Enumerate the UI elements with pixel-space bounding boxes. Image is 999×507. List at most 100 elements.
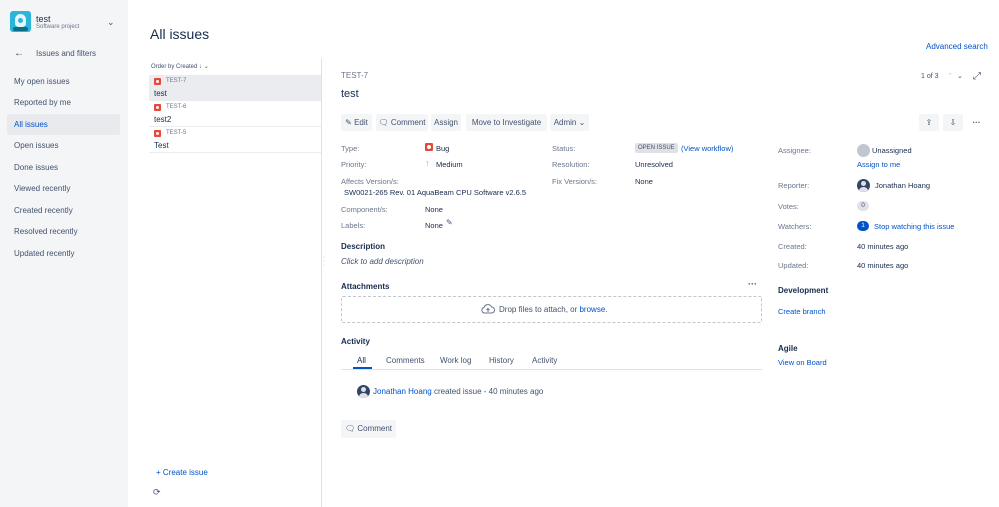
issue-list-item[interactable]: TEST-7 test [149, 75, 321, 101]
tab-comments[interactable]: Comments [386, 356, 425, 365]
fix-version-value[interactable]: None [635, 177, 653, 186]
sort-down-arrow-icon[interactable]: ↓ [199, 64, 202, 70]
sidebar-item-my-open-issues[interactable]: My open issues [7, 71, 120, 92]
sidebar-item-updated-recently[interactable]: Updated recently [7, 243, 120, 264]
activity-user-link[interactable]: Jonathan Hoang [373, 387, 432, 396]
share-icon[interactable]: ⇪ [919, 114, 939, 131]
priority-up-arrow-icon: ↑ [425, 158, 430, 168]
page-title: All issues [150, 26, 210, 42]
more-options-icon[interactable]: ··· [966, 114, 987, 131]
tab-work-log[interactable]: Work log [440, 356, 471, 365]
activity-heading: Activity [341, 337, 370, 346]
updated-label: Updated: [778, 261, 809, 270]
bug-icon [154, 104, 161, 111]
edit-button[interactable]: ✎ Edit [341, 114, 372, 131]
admin-button-label: Admin [553, 118, 577, 127]
tabs-divider [341, 369, 762, 370]
sidebar-item-created-recently[interactable]: Created recently [7, 200, 120, 221]
create-branch-link[interactable]: Create branch [778, 307, 826, 316]
comment-button-label: Comment [390, 118, 426, 127]
unassigned-avatar [857, 144, 870, 157]
order-by-control[interactable]: Order by Created ↓ ⌄ [151, 63, 209, 70]
issue-list-item[interactable]: TEST-5 Test [149, 127, 321, 153]
tab-all[interactable]: All [357, 356, 366, 365]
project-type: Software project [36, 24, 80, 30]
stop-watching-link[interactable]: Stop watching this issue [874, 222, 954, 231]
export-icon[interactable]: ⇩ [943, 114, 963, 131]
project-avatar-icon[interactable] [10, 11, 31, 32]
resolution-value: Unresolved [635, 160, 673, 169]
resolution-label: Resolution: [552, 160, 590, 169]
pencil-icon: ✎ [345, 118, 352, 127]
type-label: Type: [341, 144, 360, 153]
created-value: 40 minutes ago [857, 242, 909, 251]
sidebar-item-viewed-recently[interactable]: Viewed recently [7, 178, 120, 199]
attachments-heading: Attachments [341, 282, 390, 291]
status-badge: OPEN ISSUE [635, 143, 678, 153]
chevron-down-icon[interactable]: ⌄ [957, 72, 963, 80]
issue-summary: Test [154, 141, 169, 150]
view-on-board-link[interactable]: View on Board [778, 358, 827, 367]
assign-button[interactable]: Assign [431, 114, 461, 131]
activity-entry: Jonathan Hoang created issue - 40 minute… [373, 387, 543, 396]
watchers-label: Watchers: [778, 222, 812, 231]
issue-list-item[interactable]: TEST-6 test2 [149, 101, 321, 127]
comment-button[interactable]: 🗨 Comment [376, 114, 428, 131]
fix-version-label: Fix Version/s: [552, 177, 598, 186]
chevron-up-icon[interactable]: ⌃ [947, 72, 953, 80]
issue-key-breadcrumb[interactable]: TEST-7 [341, 71, 368, 80]
list-divider [321, 58, 322, 507]
sidebar-item-done-issues[interactable]: Done issues [7, 157, 120, 178]
sidebar-item-reported-by-me[interactable]: Reported by me [7, 92, 120, 113]
component-label: Component/s: [341, 205, 388, 214]
issue-title[interactable]: test [341, 88, 359, 100]
labels-label: Labels: [341, 221, 366, 230]
add-comment-label: Comment [357, 424, 393, 433]
tab-activity[interactable]: Activity [532, 356, 557, 365]
description-heading: Description [341, 242, 386, 251]
activity-entry-text: created issue - 40 minutes ago [433, 387, 544, 396]
more-options-icon[interactable]: ··· [748, 279, 757, 289]
sidebar-item-resolved-recently[interactable]: Resolved recently [7, 221, 120, 242]
sidebar-item-open-issues[interactable]: Open issues [7, 135, 120, 156]
expand-icon[interactable]: ⤢ [973, 71, 981, 82]
drop-files-label: Drop files to attach, or [499, 305, 580, 314]
reporter-value[interactable]: Jonathan Hoang [875, 181, 930, 190]
priority-value[interactable]: Medium [436, 160, 463, 169]
tab-history[interactable]: History [489, 356, 514, 365]
create-issue-link[interactable]: + Create issue [156, 468, 208, 477]
labels-value[interactable]: None [425, 221, 443, 230]
description-placeholder[interactable]: Click to add description [341, 257, 424, 266]
avatar [857, 179, 870, 192]
reporter-label: Reporter: [778, 181, 810, 190]
watchers-count-badge[interactable]: 1 [857, 221, 869, 231]
votes-count-badge[interactable]: 0 [857, 201, 869, 211]
project-name[interactable]: test [36, 14, 51, 24]
pencil-icon[interactable]: ✎ [446, 218, 453, 227]
browse-link[interactable]: browse. [579, 305, 607, 314]
chevron-down-icon[interactable]: ⌄ [204, 64, 209, 70]
assignee-value[interactable]: Unassigned [872, 146, 912, 155]
assign-to-me-link[interactable]: Assign to me [857, 160, 900, 169]
avatar[interactable] [357, 385, 370, 398]
sidebar-item-all-issues[interactable]: All issues [7, 114, 120, 135]
resize-handle-icon[interactable]: · · · [323, 254, 325, 269]
move-to-investigate-button[interactable]: Move to Investigate [466, 114, 547, 131]
refresh-icon[interactable]: ⟳ [153, 487, 161, 498]
issue-summary: test [154, 89, 167, 98]
chevron-down-icon[interactable]: ⌄ [107, 17, 115, 28]
dropzone-text: Drop files to attach, or browse. [499, 305, 608, 314]
admin-dropdown-button[interactable]: Admin ⌄ [550, 114, 589, 131]
comment-icon: 🗨 [378, 118, 389, 127]
view-workflow-link[interactable]: (View workflow) [681, 144, 733, 153]
cloud-upload-icon [481, 304, 495, 314]
component-value[interactable]: None [425, 205, 443, 214]
add-comment-button[interactable]: 🗨 Comment [341, 420, 396, 438]
affects-version-value[interactable]: SW0021-265 Rev. 01 AquaBeam CPU Software… [344, 188, 526, 197]
back-to-issues-and-filters[interactable]: Issues and filters [36, 49, 96, 58]
back-arrow-icon[interactable]: ← [14, 48, 24, 59]
issue-key: TEST-5 [166, 130, 187, 136]
type-value[interactable]: Bug [436, 144, 449, 153]
assignee-label: Assignee: [778, 146, 811, 155]
advanced-search-link[interactable]: Advanced search [926, 42, 988, 51]
